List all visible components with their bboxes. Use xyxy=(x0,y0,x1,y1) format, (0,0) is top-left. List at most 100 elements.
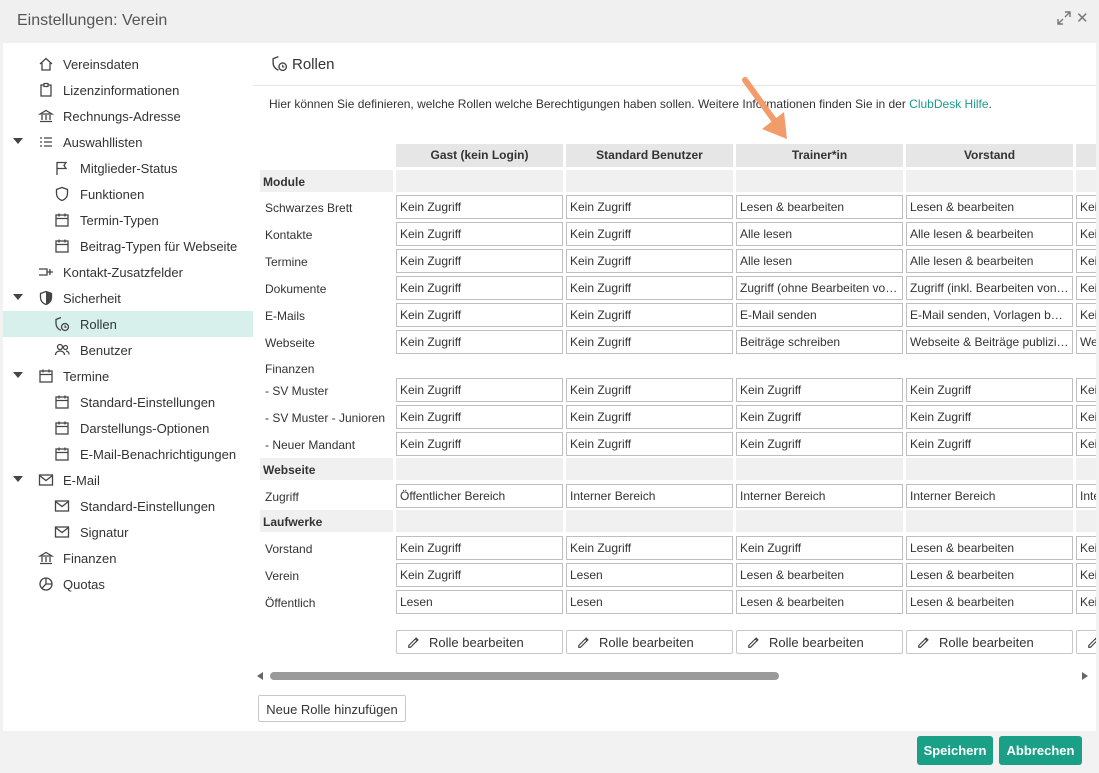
permission-select[interactable]: Kein Zugriff xyxy=(566,536,733,560)
chevron-down-icon[interactable] xyxy=(13,475,23,483)
permission-select[interactable]: Lesen & bearbeiten xyxy=(906,563,1073,587)
permission-select[interactable]: Lesen & bearbeiten xyxy=(906,536,1073,560)
cancel-button[interactable]: Abbrechen xyxy=(999,736,1082,765)
sidebar-item-18[interactable]: Signatur xyxy=(3,519,253,545)
permission-select[interactable]: Öffentlicher Bereich xyxy=(396,484,563,508)
permission-select[interactable]: Kein Zugriff xyxy=(396,249,563,273)
sidebar-item-3[interactable]: Auswahllisten xyxy=(3,129,253,155)
sidebar-item-9[interactable]: Sicherheit xyxy=(3,285,253,311)
permission-select[interactable]: Kein Zugriff xyxy=(396,378,563,402)
horizontal-scrollbar[interactable] xyxy=(253,668,1096,684)
permission-select[interactable]: Kein Zugriff xyxy=(566,378,733,402)
permission-select[interactable]: Kein Zugriff xyxy=(566,222,733,246)
permission-select[interactable]: Lesen & bearbeiten xyxy=(906,195,1073,219)
add-role-button[interactable]: Neue Rolle hinzufügen xyxy=(258,695,406,722)
permission-select[interactable]: Kein Zugriff xyxy=(906,378,1073,402)
edit-role-button[interactable]: Rolle bearbeiten xyxy=(736,630,903,654)
permission-select[interactable]: Kein Zugriff xyxy=(566,432,733,456)
permission-select[interactable]: Interner Bereich xyxy=(1076,484,1096,508)
edit-role-button[interactable]: Rolle bearbeiten xyxy=(906,630,1073,654)
permission-select[interactable]: Alle lesen & bearbeiten xyxy=(906,222,1073,246)
scroll-left-icon[interactable] xyxy=(257,672,263,680)
sidebar-item-8[interactable]: Kontakt-Zusatzfelder xyxy=(3,259,253,285)
permission-select[interactable]: Webseite xyxy=(1076,330,1096,354)
sidebar-item-11[interactable]: Benutzer xyxy=(3,337,253,363)
sidebar-item-4[interactable]: Mitglieder-Status xyxy=(3,155,253,181)
permission-select[interactable]: Kein Zugriff xyxy=(1076,195,1096,219)
permission-select[interactable]: Kein Zugriff xyxy=(1076,536,1096,560)
permission-select[interactable]: Kein Zugriff xyxy=(736,378,903,402)
permission-select[interactable]: Kein Zugriff xyxy=(1076,222,1096,246)
permission-select[interactable]: Zugriff (ohne Bearbeiten von Ordnern) xyxy=(736,276,903,300)
sidebar-item-10[interactable]: Rollen xyxy=(3,311,253,337)
permission-select[interactable]: Kein Zugriff xyxy=(566,249,733,273)
permission-select[interactable]: Zugriff (inkl. Bearbeiten von Ordnern) xyxy=(906,276,1073,300)
permission-select[interactable]: Kein Zugriff xyxy=(736,536,903,560)
permission-select[interactable]: Kein Zugriff xyxy=(906,405,1073,429)
edit-role-button[interactable]: Rolle bearbeiten xyxy=(566,630,733,654)
permission-select[interactable]: Kein Zugriff xyxy=(396,303,563,327)
permission-select[interactable]: E-Mail senden, Vorlagen bearbeiten xyxy=(906,303,1073,327)
permission-select[interactable]: Kein Zugriff xyxy=(1076,249,1096,273)
save-button[interactable]: Speichern xyxy=(917,736,993,765)
permission-select[interactable]: Alle lesen xyxy=(736,222,903,246)
permission-select[interactable]: Interner Bereich xyxy=(736,484,903,508)
permission-select[interactable]: Lesen xyxy=(566,590,733,614)
sidebar-item-13[interactable]: Standard-Einstellungen xyxy=(3,389,253,415)
sidebar-item-1[interactable]: Lizenzinformationen xyxy=(3,77,253,103)
permission-select[interactable]: Interner Bereich xyxy=(906,484,1073,508)
permission-select[interactable]: Lesen xyxy=(566,563,733,587)
permission-select[interactable]: Kein Zugriff xyxy=(566,405,733,429)
expand-icon[interactable] xyxy=(1057,11,1071,25)
scrollbar-thumb[interactable] xyxy=(270,672,779,680)
permission-select[interactable]: Kein Zugriff xyxy=(1076,432,1096,456)
edit-role-button[interactable]: Rolle bearbeiten xyxy=(396,630,563,654)
permission-select[interactable]: Kein Zugriff xyxy=(1076,590,1096,614)
chevron-down-icon[interactable] xyxy=(13,293,23,301)
permission-select[interactable]: Kein Zugriff xyxy=(396,276,563,300)
sidebar-item-12[interactable]: Termine xyxy=(3,363,253,389)
sidebar-item-2[interactable]: Rechnungs-Adresse xyxy=(3,103,253,129)
permission-select[interactable]: Kein Zugriff xyxy=(396,405,563,429)
permission-select[interactable]: Alle lesen & bearbeiten xyxy=(906,249,1073,273)
permission-select[interactable]: Kein Zugriff xyxy=(906,432,1073,456)
close-icon[interactable]: ✕ xyxy=(1076,9,1089,27)
sidebar-item-19[interactable]: Finanzen xyxy=(3,545,253,571)
permission-select[interactable]: Kein Zugriff xyxy=(736,405,903,429)
permission-select[interactable]: Kein Zugriff xyxy=(396,536,563,560)
chevron-down-icon[interactable] xyxy=(13,137,23,145)
permission-select[interactable]: Kein Zugriff xyxy=(566,303,733,327)
edit-role-button[interactable]: Rolle bearbeiten xyxy=(1076,630,1096,654)
sidebar-item-15[interactable]: E-Mail-Benachrichtigungen xyxy=(3,441,253,467)
sidebar-item-6[interactable]: Termin-Typen xyxy=(3,207,253,233)
sidebar-item-17[interactable]: Standard-Einstellungen xyxy=(3,493,253,519)
permission-select[interactable]: Kein Zugriff xyxy=(1076,405,1096,429)
permission-select[interactable]: Kein Zugriff xyxy=(566,276,733,300)
permission-select[interactable]: Alle lesen xyxy=(736,249,903,273)
permission-select[interactable]: Kein Zugriff xyxy=(1076,303,1096,327)
permission-select[interactable]: Kein Zugriff xyxy=(396,195,563,219)
scroll-right-icon[interactable] xyxy=(1082,672,1088,680)
permission-select[interactable]: Kein Zugriff xyxy=(396,330,563,354)
permission-select[interactable]: Interner Bereich xyxy=(566,484,733,508)
chevron-down-icon[interactable] xyxy=(13,371,23,379)
permission-select[interactable]: Webseite & Beiträge publizieren xyxy=(906,330,1073,354)
permission-select[interactable]: Kein Zugriff xyxy=(1076,378,1096,402)
sidebar-item-16[interactable]: E-Mail xyxy=(3,467,253,493)
permission-select[interactable]: Kein Zugriff xyxy=(396,563,563,587)
permission-select[interactable]: Lesen & bearbeiten xyxy=(736,563,903,587)
permission-select[interactable]: Lesen & bearbeiten xyxy=(736,590,903,614)
sidebar-item-14[interactable]: Darstellungs-Optionen xyxy=(3,415,253,441)
permission-select[interactable]: E-Mail senden xyxy=(736,303,903,327)
sidebar-item-20[interactable]: Quotas xyxy=(3,571,253,597)
permission-select[interactable]: Kein Zugriff xyxy=(396,432,563,456)
permission-select[interactable]: Kein Zugriff xyxy=(396,222,563,246)
permission-select[interactable]: Beiträge schreiben xyxy=(736,330,903,354)
sidebar-item-0[interactable]: Vereinsdaten xyxy=(3,51,253,77)
permission-select[interactable]: Lesen xyxy=(396,590,563,614)
permission-select[interactable]: Kein Zugriff xyxy=(566,195,733,219)
permission-select[interactable]: Kein Zugriff xyxy=(736,432,903,456)
permission-select[interactable]: Lesen & bearbeiten xyxy=(906,590,1073,614)
sidebar-item-5[interactable]: Funktionen xyxy=(3,181,253,207)
permission-select[interactable]: Lesen & bearbeiten xyxy=(736,195,903,219)
